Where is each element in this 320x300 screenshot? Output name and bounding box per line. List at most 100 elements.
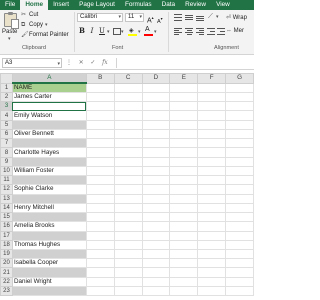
- name-cell[interactable]: [11, 212, 87, 223]
- merge-center-button[interactable]: ⇔ Mer: [226, 28, 244, 34]
- grid-cell[interactable]: [169, 276, 199, 287]
- grid-cell[interactable]: [197, 91, 227, 103]
- grid-cell[interactable]: [225, 101, 254, 112]
- grid-cell[interactable]: [113, 202, 143, 214]
- grid-cell[interactable]: [141, 276, 171, 287]
- name-cell[interactable]: Isabella Cooper: [11, 258, 87, 269]
- name-cell[interactable]: Charlotte Hayes: [11, 147, 87, 158]
- grid-cell[interactable]: [85, 202, 115, 214]
- grid-cell[interactable]: [225, 110, 254, 121]
- grid-cell[interactable]: [85, 165, 115, 177]
- grid-cell[interactable]: [141, 165, 171, 177]
- row-header[interactable]: 22: [0, 276, 13, 287]
- column-header-e[interactable]: E: [169, 73, 199, 84]
- grid-cell[interactable]: [85, 147, 115, 158]
- italic-button[interactable]: I: [88, 27, 96, 35]
- grid-cell[interactable]: [85, 221, 115, 232]
- name-cell[interactable]: Sophie Clarke: [11, 184, 87, 195]
- grid-cell[interactable]: [225, 138, 254, 149]
- column-header-g[interactable]: G: [225, 73, 254, 84]
- grid-cell[interactable]: [141, 91, 171, 103]
- grid-cell[interactable]: [113, 110, 143, 121]
- grid-cell[interactable]: [225, 128, 254, 140]
- row-header[interactable]: 3: [0, 101, 13, 112]
- grid-cell[interactable]: [113, 91, 143, 103]
- grid-cell[interactable]: [169, 110, 199, 121]
- grid-cell[interactable]: [197, 230, 227, 241]
- grid-cell[interactable]: [85, 258, 115, 269]
- name-cell[interactable]: [11, 156, 87, 167]
- grid-cell[interactable]: [197, 258, 227, 269]
- grid-cell[interactable]: [113, 285, 143, 297]
- tab-data[interactable]: Data: [157, 0, 181, 10]
- grid-cell[interactable]: [141, 258, 171, 269]
- grid-cell[interactable]: [225, 230, 254, 241]
- name-cell[interactable]: [11, 119, 87, 130]
- cancel-icon[interactable]: ✕: [79, 60, 84, 66]
- grid-cell[interactable]: [169, 202, 199, 214]
- name-cell[interactable]: Oliver Bennett: [11, 128, 87, 140]
- grid-cell[interactable]: [225, 119, 254, 130]
- grid-cell[interactable]: [225, 276, 254, 287]
- grid-cell[interactable]: [85, 184, 115, 195]
- grid-cell[interactable]: [225, 239, 254, 250]
- grid-cell[interactable]: [113, 101, 143, 112]
- grid-cell[interactable]: [113, 193, 143, 204]
- grid-cell[interactable]: [225, 147, 254, 158]
- grid-cell[interactable]: [113, 128, 143, 140]
- grid-cell[interactable]: [113, 175, 143, 186]
- format-painter-button[interactable]: 🖌 Format Painter: [21, 32, 69, 38]
- grid-cell[interactable]: [85, 248, 115, 260]
- grid-cell[interactable]: [197, 202, 227, 214]
- name-cell[interactable]: [11, 193, 87, 204]
- grid-cell[interactable]: [113, 165, 143, 177]
- grid-cell[interactable]: [113, 184, 143, 195]
- chevron-down-icon[interactable]: ▾: [216, 14, 219, 20]
- grid-cell[interactable]: [113, 239, 143, 250]
- grid-cell[interactable]: [113, 258, 143, 269]
- grid-cell[interactable]: [85, 193, 115, 204]
- grid-cell[interactable]: [141, 156, 171, 167]
- row-header[interactable]: 10: [0, 165, 13, 177]
- grid-cell[interactable]: [85, 175, 115, 186]
- grid-cell[interactable]: [141, 212, 171, 223]
- column-header-d[interactable]: D: [141, 73, 171, 84]
- middle-align-icon[interactable]: [185, 14, 193, 21]
- tab-home[interactable]: Home: [20, 0, 49, 10]
- grid-cell[interactable]: [225, 248, 254, 260]
- tab-view[interactable]: View: [211, 0, 235, 10]
- grid-cell[interactable]: [225, 91, 254, 103]
- grid-cell[interactable]: [169, 184, 199, 195]
- grid-cell[interactable]: [169, 258, 199, 269]
- borders-icon[interactable]: [113, 28, 121, 35]
- row-header[interactable]: 7: [0, 138, 13, 149]
- grid-cell[interactable]: [197, 184, 227, 195]
- name-cell[interactable]: Henry Mitchell: [11, 202, 87, 214]
- grid-cell[interactable]: [197, 248, 227, 260]
- grid-cell[interactable]: [85, 91, 115, 103]
- grid-cell[interactable]: [113, 230, 143, 241]
- grid-cell[interactable]: [169, 119, 199, 130]
- decrease-indent-icon[interactable]: [207, 28, 215, 35]
- row-header[interactable]: 15: [0, 212, 13, 223]
- orientation-icon[interactable]: ⟋: [208, 13, 213, 21]
- grid-cell[interactable]: [225, 165, 254, 177]
- grid-cell[interactable]: [197, 276, 227, 287]
- name-cell[interactable]: [11, 285, 87, 297]
- wrap-text-button[interactable]: ⏎ Wrap: [226, 14, 247, 21]
- tab-review[interactable]: Review: [180, 0, 211, 10]
- underline-button[interactable]: U: [98, 27, 106, 35]
- copy-button[interactable]: ⧉ Copy ▾: [21, 22, 51, 28]
- grid-cell[interactable]: [197, 119, 227, 130]
- grid-cell[interactable]: [85, 138, 115, 149]
- name-box[interactable]: A3 ▾: [2, 58, 62, 68]
- name-cell[interactable]: [11, 175, 87, 186]
- bold-button[interactable]: B: [78, 27, 86, 35]
- font-size-select[interactable]: 11 ▾: [125, 13, 144, 22]
- grid-cell[interactable]: [225, 285, 254, 297]
- row-header[interactable]: 12: [0, 184, 13, 195]
- grid-cell[interactable]: [141, 128, 171, 140]
- name-cell[interactable]: [11, 248, 87, 260]
- tab-file[interactable]: File: [0, 0, 20, 10]
- grid-cell[interactable]: [141, 110, 171, 121]
